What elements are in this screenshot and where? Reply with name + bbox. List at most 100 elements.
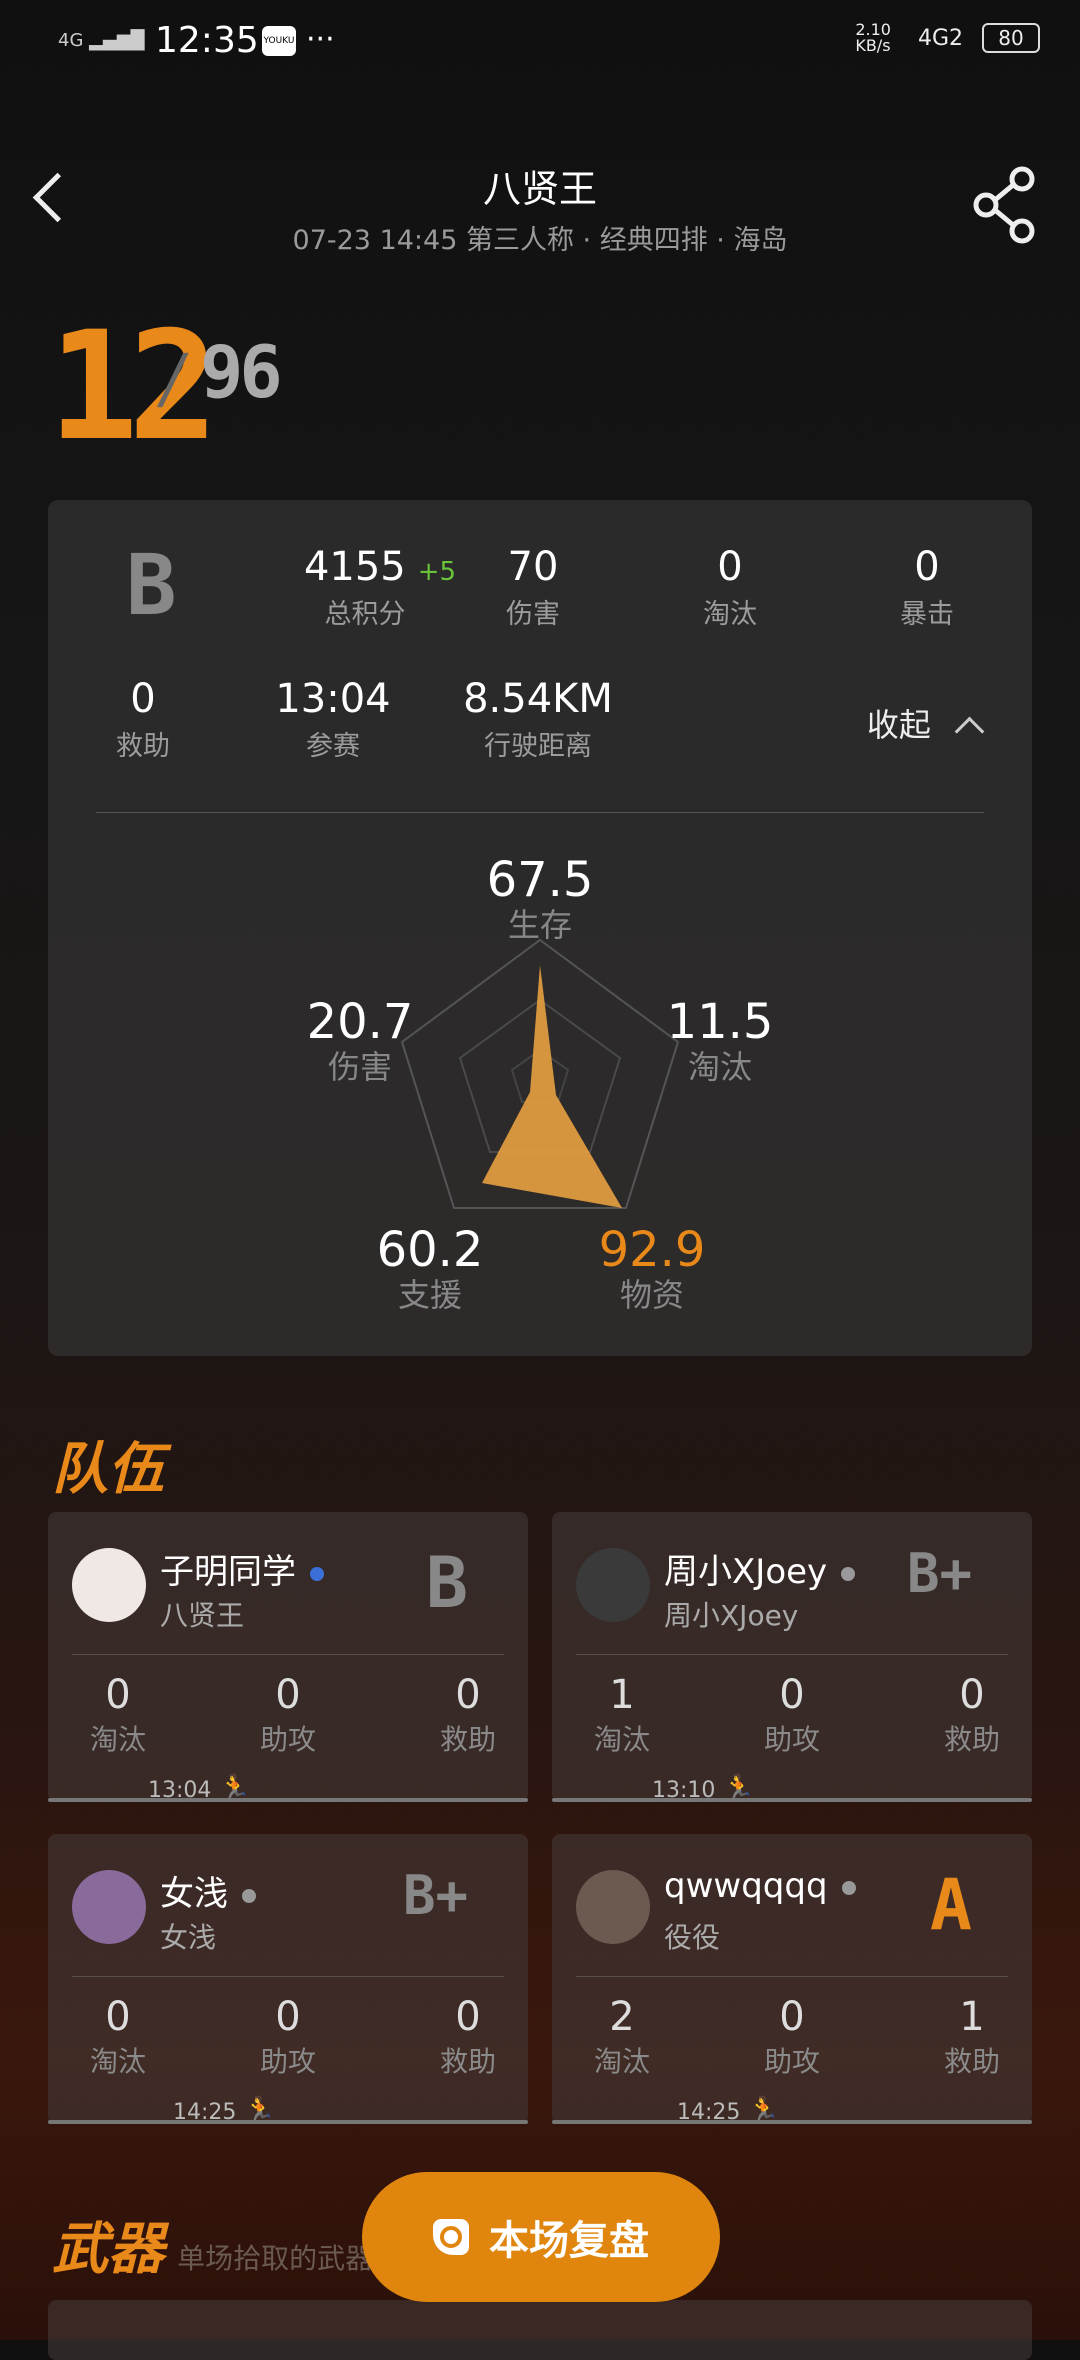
weapons-card [48, 2300, 1032, 2360]
member-revives-value: 1 [959, 1994, 985, 2040]
player-name: 周小XJoey [664, 1552, 828, 1592]
member-kills-value: 0 [105, 1994, 131, 2040]
card-divider [72, 1976, 504, 1977]
team-member-card[interactable]: 女浅 女浅 B+ 0 淘汰 0 助攻 0 救助 14:25 🏃 [48, 1834, 528, 2126]
radar-support: 60.2 支援 [340, 1222, 520, 1316]
youku-app-icon: YOUKU [262, 26, 296, 56]
signal-icon: 4G ▂▄▆█ [58, 30, 145, 51]
status-dot [242, 1888, 256, 1903]
member-kills: 0 淘汰 [68, 1994, 168, 2080]
player-grade: B [425, 1542, 468, 1624]
rank-total: 96 [200, 330, 283, 414]
replay-icon [433, 2219, 469, 2255]
radar-supply-label: 物资 [619, 1276, 684, 1314]
weapons-subtitle: 单场拾取的武器 [177, 2242, 374, 2275]
member-kills: 2 淘汰 [572, 1994, 672, 2080]
player-grade: B+ [402, 1864, 468, 1927]
player-name: 女浅 [160, 1874, 228, 1914]
player-name-row: 子明同学 [160, 1544, 324, 1593]
survival-bar [552, 1798, 1032, 1802]
member-assists-value: 0 [275, 1672, 301, 1718]
player-id: 八贤王 [160, 1599, 245, 1632]
damage-stat: 70 伤害 [438, 544, 628, 631]
card-divider [576, 1976, 1008, 1977]
status-dot [310, 1566, 324, 1581]
member-revives-value: 0 [959, 1672, 985, 1718]
member-assists-label: 助攻 [763, 1723, 820, 1756]
member-revives: 0 救助 [418, 1994, 518, 2080]
survival-bar [48, 2120, 528, 2124]
page-title: 八贤王 [482, 167, 597, 211]
status-dot [841, 1880, 856, 1895]
team-member-card[interactable]: 子明同学 八贤王 B 0 淘汰 0 助攻 0 救助 13:04 🏃 [48, 1512, 528, 1804]
crits-value: 0 [914, 544, 940, 590]
battery-icon: 80 [982, 23, 1040, 53]
damage-label: 伤害 [506, 599, 560, 630]
member-revives-label: 救助 [943, 2045, 1000, 2078]
survival-bar [48, 1798, 528, 1802]
member-revives-value: 0 [455, 1994, 481, 2040]
member-assists-label: 助攻 [259, 2045, 316, 2078]
player-id: 周小XJoey [664, 1599, 799, 1632]
crits-label: 暴击 [900, 599, 954, 630]
member-assists: 0 助攻 [742, 1994, 842, 2080]
weapons-section-title: 武器 [52, 2217, 164, 2282]
member-assists: 0 助攻 [238, 1994, 338, 2080]
kills-value: 0 [717, 544, 743, 590]
member-kills-value: 0 [105, 1672, 131, 1718]
card-divider [576, 1654, 1008, 1655]
rank-place: 12 [48, 300, 219, 474]
member-assists-label: 助攻 [259, 1723, 316, 1756]
share-icon[interactable] [970, 165, 1040, 245]
member-kills-label: 淘汰 [89, 1723, 146, 1756]
player-name-row: 女浅 [160, 1866, 256, 1915]
survival-bar [552, 2120, 1032, 2124]
radar-kill-label: 淘汰 [687, 1048, 752, 1086]
member-assists: 0 助攻 [742, 1672, 842, 1758]
member-kills-label: 淘汰 [593, 2045, 650, 2078]
card-divider [72, 1654, 504, 1655]
time-value: 13:04 [275, 676, 391, 722]
status-dot [841, 1566, 856, 1581]
radar-supply: 92.9 物资 [562, 1222, 742, 1316]
status-bar: 4G ▂▄▆█ 12:35 YOUKU ··· 2.10 KB/s 4G2 80 [0, 0, 1080, 90]
drive-value: 8.54KM [463, 676, 613, 722]
damage-value: 70 [507, 544, 559, 590]
radar-survival: 67.5 生存 [450, 852, 630, 946]
member-revives-label: 救助 [943, 1723, 1000, 1756]
radar-support-label: 支援 [397, 1276, 462, 1314]
member-assists-label: 助攻 [763, 2045, 820, 2078]
avatar [576, 1548, 650, 1622]
radar-survival-label: 生存 [507, 906, 572, 944]
kills-stat: 0 淘汰 [635, 544, 825, 631]
member-assists: 0 助攻 [238, 1672, 338, 1758]
player-name-row: 周小XJoey [664, 1544, 856, 1593]
more-status-icon: ··· [306, 22, 335, 57]
team-member-card[interactable]: 周小XJoey 周小XJoey B+ 1 淘汰 0 助攻 0 救助 13:10 🏃 [552, 1512, 1032, 1804]
member-revives: 0 救助 [418, 1672, 518, 1758]
chevron-up-icon [954, 716, 985, 747]
player-grade: B [126, 536, 177, 634]
drive-stat: 8.54KM 行驶距离 [428, 676, 648, 763]
avatar [576, 1870, 650, 1944]
member-kills-label: 淘汰 [593, 1723, 650, 1756]
member-assists-value: 0 [779, 1672, 805, 1718]
status-right: 2.10 KB/s 4G2 80 [855, 22, 1040, 54]
status-time: 12:35 [155, 20, 259, 61]
member-kills: 1 淘汰 [572, 1672, 672, 1758]
member-assists-value: 0 [275, 1994, 301, 2040]
collapse-toggle[interactable]: 收起 [867, 700, 985, 747]
replay-button[interactable]: 本场复盘 [362, 2172, 720, 2302]
member-revives-label: 救助 [439, 2045, 496, 2078]
player-name: 子明同学 [160, 1552, 296, 1592]
player-id: 女浅 [160, 1921, 217, 1954]
member-revives: 0 救助 [922, 1672, 1022, 1758]
time-stat: 13:04 参赛 [238, 676, 428, 763]
member-revives: 1 救助 [922, 1994, 1022, 2080]
radar-damage: 20.7 伤害 [270, 994, 450, 1088]
card-divider [96, 812, 984, 813]
revives-label: 救助 [116, 731, 170, 762]
team-member-card[interactable]: qwwqqqq 役役 A 2 淘汰 0 助攻 1 救助 14:25 🏃 [552, 1834, 1032, 2126]
member-kills-value: 1 [609, 1672, 635, 1718]
player-name-row: qwwqqqq [664, 1866, 856, 1906]
